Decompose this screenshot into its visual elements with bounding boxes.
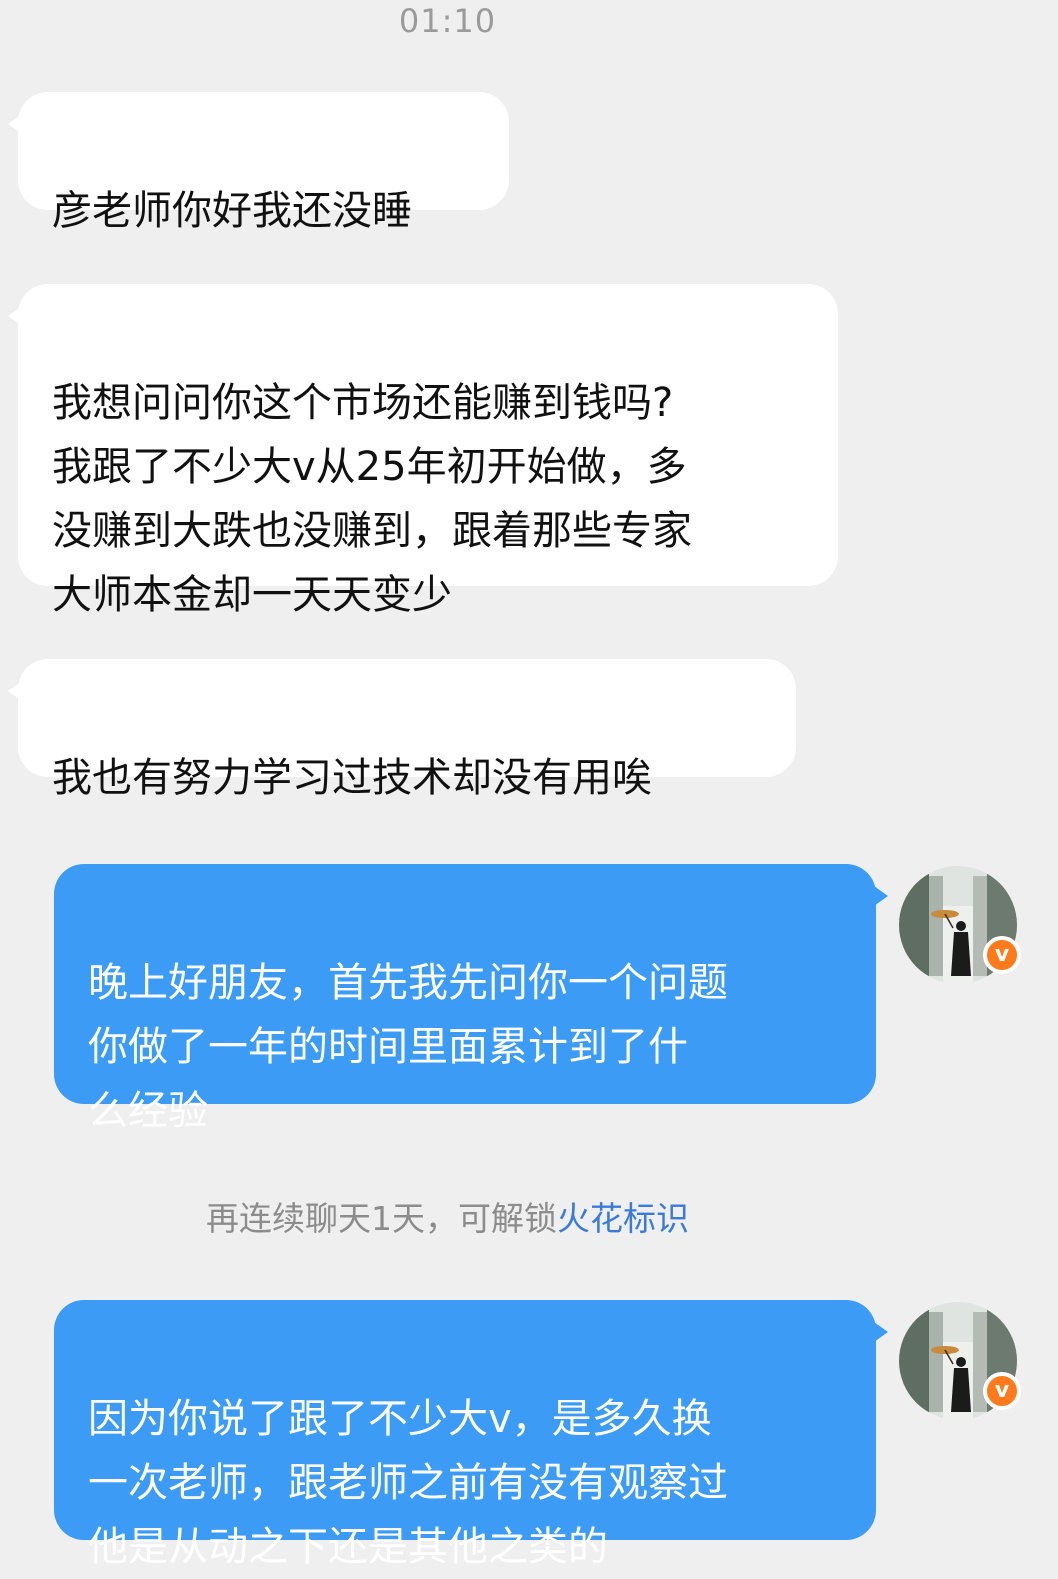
outgoing-message-bubble[interactable]: 因为你说了跟了不少大v，是多久换 一次老师，跟老师之前有没有观察过 他是从动之下… xyxy=(54,1300,888,1570)
message-text: 因为你说了跟了不少大v，是多久换 一次老师，跟老师之前有没有观察过 他是从动之下… xyxy=(88,1396,728,1570)
message-text: 晚上好朋友，首先我先问你一个问题 你做了一年的时间里面累计到了什 么经验 xyxy=(88,960,728,1134)
spark-badge-link[interactable]: 火花标识 xyxy=(557,1199,689,1238)
incoming-message-bubble[interactable]: 我想问问你这个市场还能赚到钱吗? 我跟了不少大v从25年初开始做，多 没赚到大跌… xyxy=(8,284,838,618)
message-timestamp: 01:10 xyxy=(398,2,497,40)
outgoing-message-bubble[interactable]: 晚上好朋友，首先我先问你一个问题 你做了一年的时间里面累计到了什 么经验 xyxy=(54,864,888,1134)
incoming-message-bubble[interactable]: 彦老师你好我还没睡 xyxy=(8,92,509,234)
message-text: 我想问问你这个市场还能赚到钱吗? 我跟了不少大v从25年初开始做，多 没赚到大跌… xyxy=(52,380,692,618)
avatar[interactable]: v xyxy=(899,1302,1021,1420)
message-text: 我也有努力学习过技术却没有用唉 xyxy=(52,755,652,801)
verified-badge-icon: v xyxy=(983,936,1021,974)
avatar[interactable]: v xyxy=(899,866,1021,984)
spark-unlock-notice: 再连续聊天1天，可解锁火花标识 xyxy=(0,1192,895,1240)
verified-badge-icon: v xyxy=(983,1372,1021,1410)
notice-text: 再连续聊天1天，可解锁 xyxy=(206,1199,557,1238)
message-text: 彦老师你好我还没睡 xyxy=(52,188,412,234)
incoming-message-bubble[interactable]: 我也有努力学习过技术却没有用唉 xyxy=(8,659,796,801)
